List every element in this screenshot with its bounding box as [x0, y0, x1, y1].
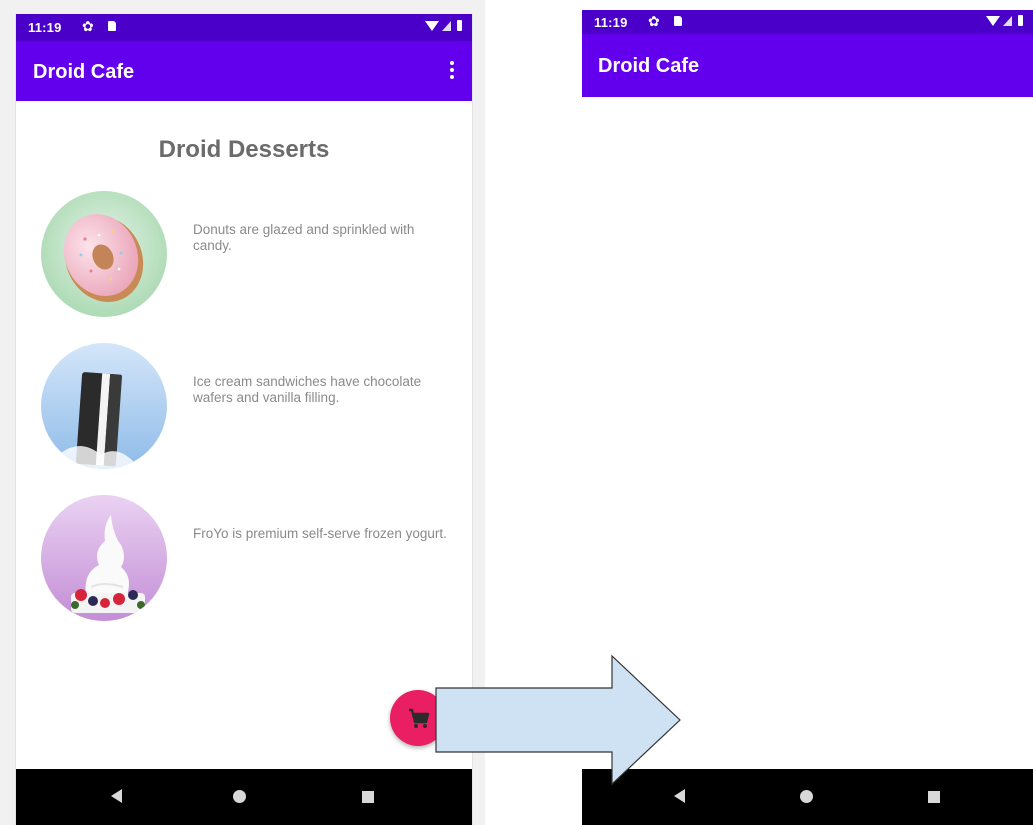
froyo-description: FroYo is premium self-serve frozen yogur… [193, 526, 447, 541]
status-time: 11:19 [28, 20, 62, 35]
sd-card-icon [108, 21, 116, 31]
cell-signal-icon [1003, 15, 1012, 26]
app-title: Droid Cafe [33, 61, 135, 83]
status-time: 11:19 [594, 15, 628, 30]
phone-screen-empty: 11:19 ✿ Droid Cafe [582, 10, 1033, 825]
back-icon[interactable] [111, 789, 122, 803]
navigation-bar [16, 769, 472, 825]
wifi-icon [986, 15, 1000, 26]
battery-icon [457, 20, 462, 31]
sd-card-icon [674, 16, 682, 26]
page-title: Droid Desserts [158, 136, 330, 163]
donut-description: Donuts are glazed and sprinkled with can… [193, 222, 415, 253]
app-bar: Droid Cafe [582, 34, 1033, 97]
froyo-image[interactable] [41, 495, 167, 621]
settings-gear-icon: ✿ [648, 13, 660, 29]
status-bar: 11:19 ✿ [16, 14, 472, 41]
phone-screen-main: 11:19 ✿ Droid Cafe Droid Desserts Donuts… [15, 14, 473, 825]
home-icon[interactable] [233, 790, 246, 803]
home-icon[interactable] [800, 790, 813, 803]
shopping-cart-fab-button[interactable] [390, 690, 446, 746]
settings-gear-icon: ✿ [82, 18, 94, 34]
donut-image[interactable] [41, 191, 167, 317]
ice-cream-sandwich-description: Ice cream sandwiches have chocolate wafe… [193, 374, 422, 405]
cell-signal-icon [442, 20, 451, 31]
recents-icon[interactable] [928, 791, 940, 803]
overflow-menu-icon[interactable] [450, 61, 454, 79]
ice-cream-sandwich-image[interactable] [41, 343, 167, 469]
status-bar: 11:19 ✿ [582, 10, 1033, 34]
battery-icon [1018, 15, 1023, 26]
recents-icon[interactable] [362, 791, 374, 803]
shopping-cart-icon [409, 708, 430, 728]
navigation-bar [582, 769, 1033, 825]
wifi-icon [425, 20, 439, 31]
app-bar: Droid Cafe [16, 41, 472, 101]
back-icon[interactable] [674, 789, 685, 803]
app-title: Droid Cafe [598, 55, 700, 77]
